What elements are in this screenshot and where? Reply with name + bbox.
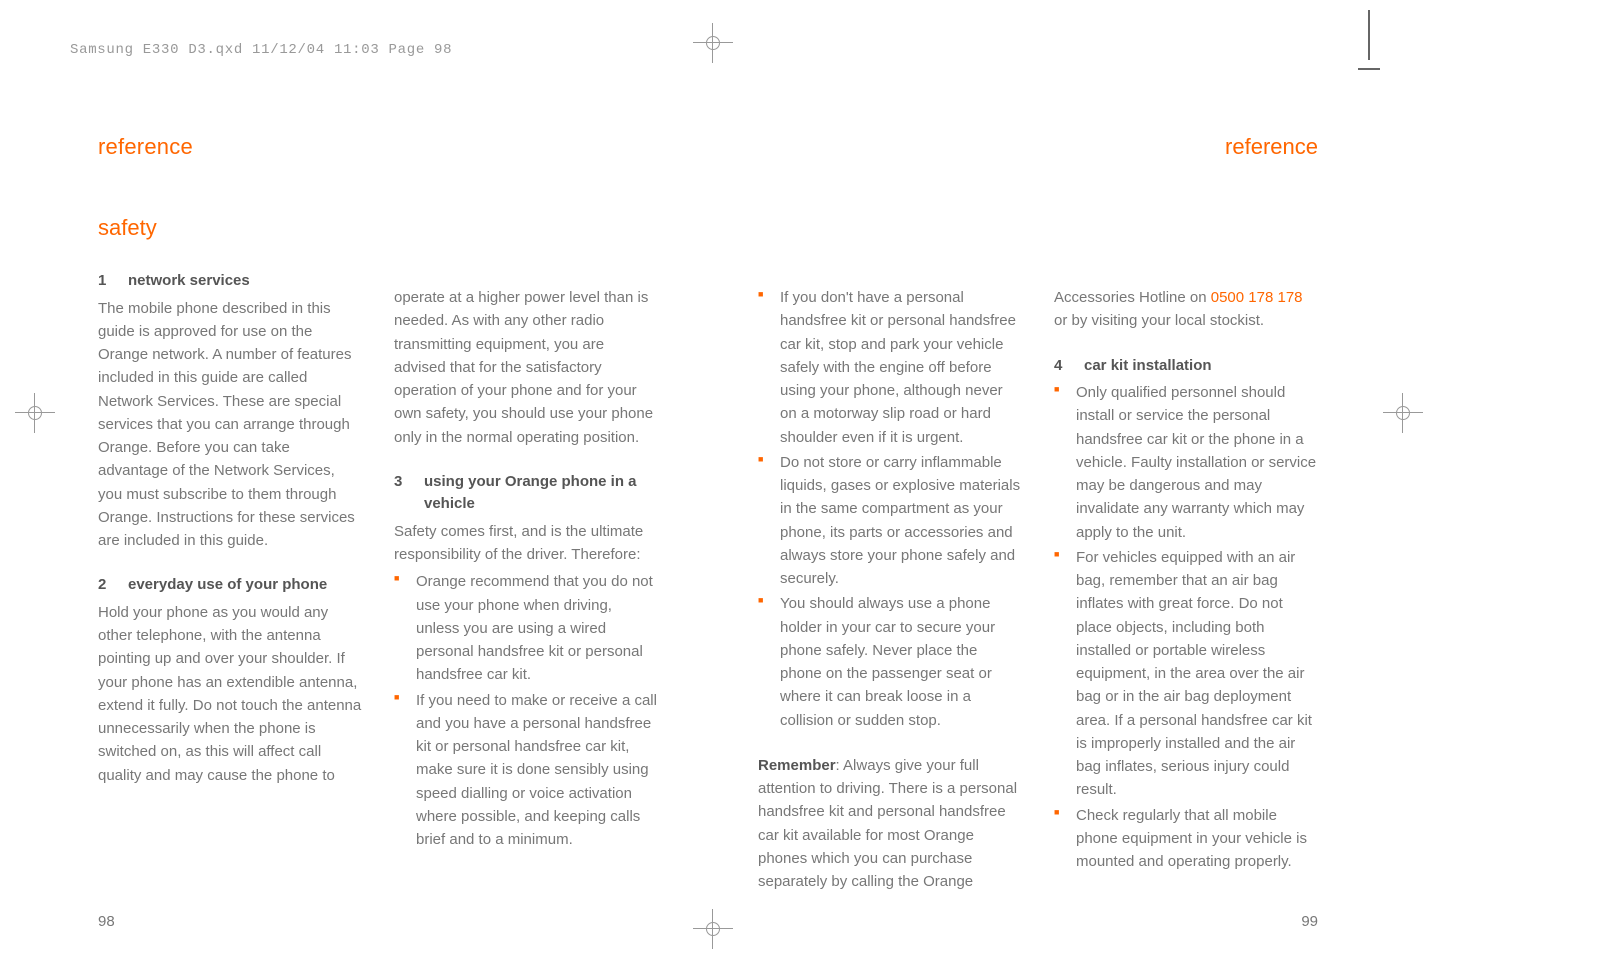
list-item: Orange recommend that you do not use you… <box>394 570 658 686</box>
page-number-left: 98 <box>98 911 115 934</box>
register-mark-left <box>20 398 50 428</box>
subsection-num: 2 <box>98 574 110 597</box>
subsection-3-intro: Safety comes first, and is the ultimate … <box>394 520 658 567</box>
left-col-1: safety 1 network services The mobile pho… <box>98 211 362 873</box>
bullet-list-sub3: Orange recommend that you do not use you… <box>394 570 658 851</box>
col2-continuation: operate at a higher power level than is … <box>394 286 658 449</box>
safety-heading: safety <box>98 211 362 244</box>
subsection-1: 1 network services The mobile phone desc… <box>98 270 362 552</box>
subsection-2: 2 everyday use of your phone Hold your p… <box>98 574 362 787</box>
right-col-1: If you don't have a personal handsfree k… <box>758 286 1022 895</box>
col2-hotline: Accessories Hotline on 0500 178 178 or b… <box>1054 286 1318 333</box>
list-item: Do not store or carry inflammable liquid… <box>758 451 1022 591</box>
left-columns: safety 1 network services The mobile pho… <box>98 211 658 873</box>
subsection-1-header: 1 network services <box>98 270 362 293</box>
subsection-4: 4 car kit installation Only qualified pe… <box>1054 355 1318 874</box>
subsection-2-header: 2 everyday use of your phone <box>98 574 362 597</box>
bullet-list-right1: If you don't have a personal handsfree k… <box>758 286 1022 732</box>
subsection-1-body: The mobile phone described in this guide… <box>98 297 362 553</box>
left-col-2: operate at a higher power level than is … <box>394 286 658 873</box>
page-left: reference safety 1 network services The … <box>98 130 708 895</box>
subsection-2-body: Hold your phone as you would any other t… <box>98 601 362 787</box>
list-item: If you need to make or receive a call an… <box>394 689 658 852</box>
list-item: Check regularly that all mobile phone eq… <box>1054 804 1318 874</box>
subsection-title: network services <box>128 270 250 293</box>
section-title-right: reference <box>758 130 1318 163</box>
remember-text: : Always give your full attention to dri… <box>758 757 1017 890</box>
remember-label: Remember <box>758 757 836 774</box>
page-spread: reference safety 1 network services The … <box>98 130 1418 895</box>
hotline-post: or by visiting your local stockist. <box>1054 312 1264 329</box>
hotline-number: 0500 178 178 <box>1211 289 1303 306</box>
register-mark-top <box>698 28 728 58</box>
subsection-num: 4 <box>1054 355 1066 378</box>
list-item: If you don't have a personal handsfree k… <box>758 286 1022 449</box>
subsection-3: 3 using your Orange phone in a vehicle S… <box>394 471 658 852</box>
bullet-list-sub4: Only qualified personnel should install … <box>1054 381 1318 873</box>
subsection-num: 1 <box>98 270 110 293</box>
list-item: For vehicles equipped with an air bag, r… <box>1054 546 1318 802</box>
remember-paragraph: Remember: Always give your full attentio… <box>758 754 1022 894</box>
register-mark-bottom <box>698 914 728 944</box>
subsection-title: everyday use of your phone <box>128 574 327 597</box>
list-item: Only qualified personnel should install … <box>1054 381 1318 544</box>
subsection-3-header: 3 using your Orange phone in a vehicle <box>394 471 658 516</box>
right-col-2: Accessories Hotline on 0500 178 178 or b… <box>1054 286 1318 895</box>
crop-mark <box>1368 10 1370 60</box>
section-title-left: reference <box>98 130 658 163</box>
hotline-pre: Accessories Hotline on <box>1054 289 1211 306</box>
file-header: Samsung E330 D3.qxd 11/12/04 11:03 Page … <box>70 40 452 61</box>
subsection-num: 3 <box>394 471 406 516</box>
right-columns: If you don't have a personal handsfree k… <box>758 211 1318 895</box>
page-right: reference If you don't have a personal h… <box>708 130 1418 895</box>
subsection-title: using your Orange phone in a vehicle <box>424 471 658 516</box>
subsection-4-header: 4 car kit installation <box>1054 355 1318 378</box>
subsection-title: car kit installation <box>1084 355 1212 378</box>
page-number-right: 99 <box>1301 911 1318 934</box>
list-item: You should always use a phone holder in … <box>758 592 1022 732</box>
